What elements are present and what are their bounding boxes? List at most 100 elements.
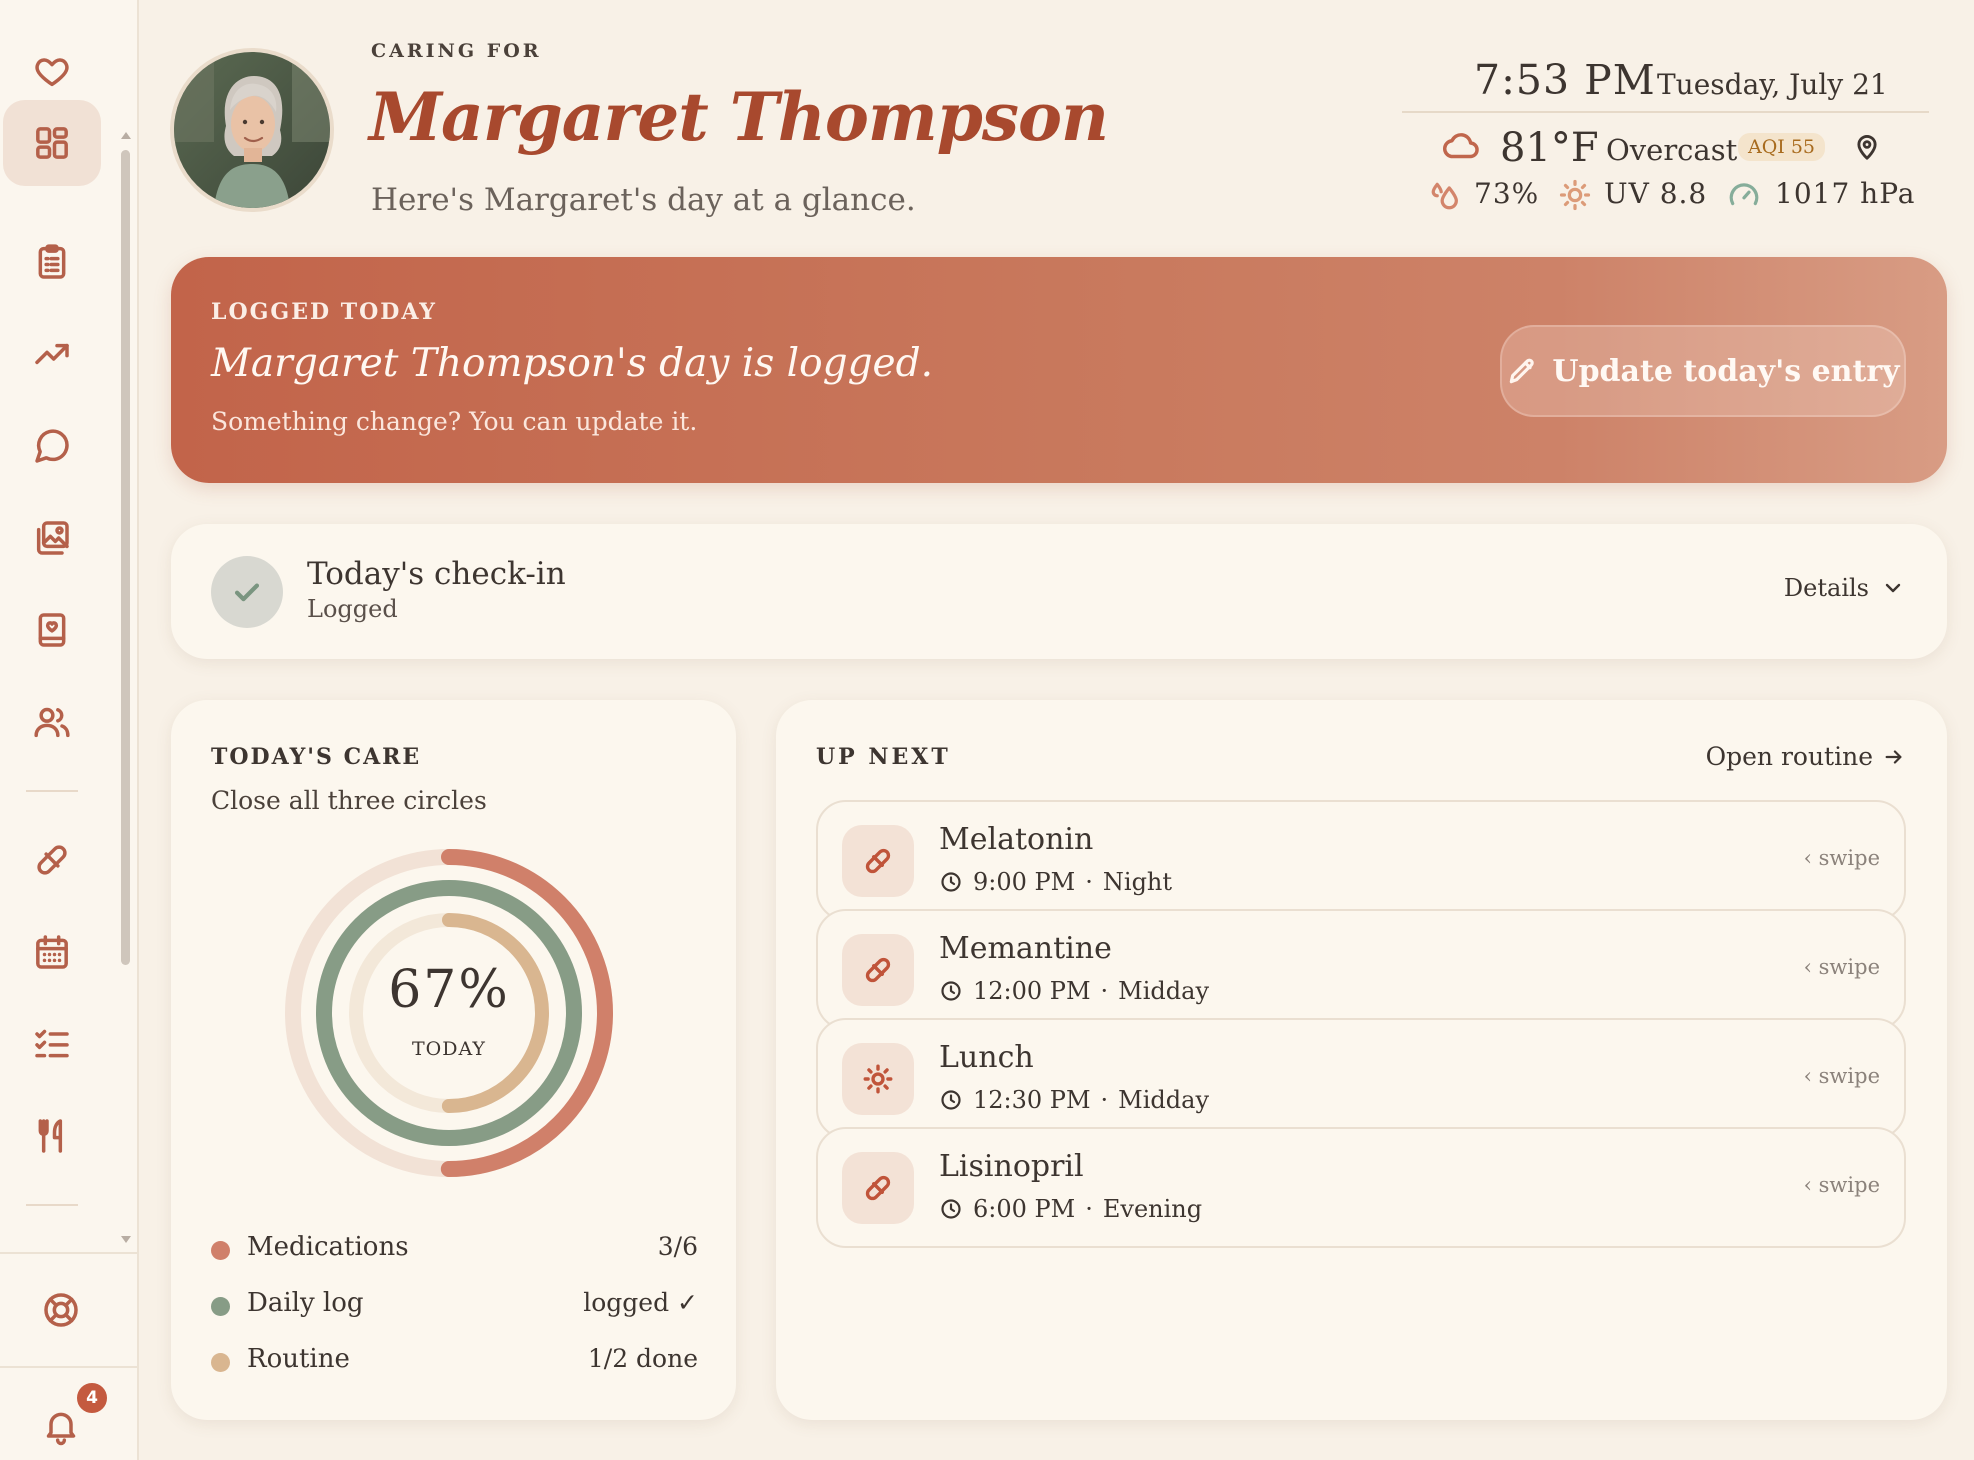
legend-row-daily-log: Daily log logged ✓ xyxy=(211,1286,698,1326)
clock-icon xyxy=(941,1090,961,1110)
item-time: 12:00 PM xyxy=(973,977,1091,1005)
journal-heart-icon xyxy=(38,613,66,647)
sidebar-item-medications[interactable] xyxy=(24,832,80,888)
item-time: 9:00 PM xyxy=(973,868,1076,896)
scroll-down-arrow-icon[interactable] xyxy=(121,1236,131,1243)
pressure-value: 1017 hPa xyxy=(1775,177,1916,210)
lifebuoy-icon xyxy=(44,1293,78,1327)
pill-icon xyxy=(37,845,67,875)
sidebar-item-trends[interactable] xyxy=(24,326,80,382)
banner-subtitle: Something change? You can update it. xyxy=(211,407,698,436)
patient-name: Margaret Thompson xyxy=(369,78,1109,156)
checkin-card: Today's check-in Logged Details xyxy=(171,524,1947,659)
sun-icon xyxy=(842,1043,914,1115)
legend-dot xyxy=(211,1297,230,1316)
people-icon xyxy=(34,707,70,738)
routine-item-melatonin[interactable]: Melatonin 9:00 PM · Night ‹ swipe xyxy=(816,800,1906,921)
sidebar-item-calendar[interactable] xyxy=(24,924,80,980)
item-period: Evening xyxy=(1102,1195,1203,1223)
routine-item-lisinopril[interactable]: Lisinopril 6:00 PM · Evening ‹ swipe xyxy=(816,1127,1906,1248)
avatar xyxy=(170,48,334,212)
item-separator: · xyxy=(1100,977,1109,1005)
uv-index-value: UV 8.8 xyxy=(1604,177,1708,210)
legend-row-routine: Routine 1/2 done xyxy=(211,1342,698,1382)
weather-temperature: 81°F xyxy=(1500,125,1599,171)
dashboard-icon xyxy=(36,127,68,159)
swipe-hint: ‹ swipe xyxy=(1803,846,1880,870)
banner-title: Margaret Thompson's day is logged. xyxy=(211,341,933,386)
bell-icon xyxy=(46,1412,76,1446)
sidebar-item-meals[interactable] xyxy=(24,1108,80,1164)
legend-name: Daily log xyxy=(247,1288,364,1318)
heart-logo-icon[interactable] xyxy=(24,43,80,99)
legend-value: logged ✓ xyxy=(583,1288,698,1317)
checklist-icon xyxy=(35,1029,69,1058)
sidebar-scrollbar-thumb[interactable] xyxy=(121,150,130,965)
item-time: 6:00 PM xyxy=(973,1195,1076,1223)
clock-icon xyxy=(941,872,961,892)
item-meta: 12:30 PM · Midday xyxy=(939,1086,1209,1114)
weather-condition: Overcast xyxy=(1606,133,1738,167)
aqi-badge: AQI 55 xyxy=(1738,133,1826,161)
update-entry-button[interactable]: Update today's entry xyxy=(1500,325,1906,417)
sidebar: 4 xyxy=(0,0,139,1460)
sidebar-divider xyxy=(0,1366,137,1368)
location-pin-icon[interactable] xyxy=(1852,131,1882,167)
checkin-status-circle xyxy=(211,556,283,628)
details-toggle[interactable]: Details xyxy=(1784,574,1905,602)
sidebar-item-photos[interactable] xyxy=(24,510,80,566)
pill-icon xyxy=(842,934,914,1006)
clock-time: 7:53 PM xyxy=(1474,56,1656,104)
sidebar-item-log[interactable] xyxy=(24,234,80,290)
clock-divider xyxy=(1402,111,1929,113)
item-time: 12:30 PM xyxy=(973,1086,1091,1114)
item-period: Midday xyxy=(1118,977,1209,1005)
checkin-title: Today's check-in xyxy=(307,556,566,592)
item-meta: 12:00 PM · Midday xyxy=(939,977,1209,1005)
pressure-gauge-icon xyxy=(1727,178,1761,216)
item-name: Lisinopril xyxy=(939,1149,1084,1184)
pill-icon xyxy=(842,1152,914,1224)
sidebar-divider xyxy=(26,790,78,792)
care-subtitle: Close all three circles xyxy=(211,786,487,815)
sun-uv-icon xyxy=(1558,178,1592,216)
logged-today-banner: LOGGED TODAY Margaret Thompson's day is … xyxy=(171,257,1947,483)
item-separator: · xyxy=(1085,868,1093,896)
sidebar-item-dashboard[interactable] xyxy=(3,100,101,186)
legend-row-medications: Medications 3/6 xyxy=(211,1230,698,1270)
legend-dot xyxy=(211,1353,230,1372)
item-separator: · xyxy=(1085,1195,1093,1223)
legend-dot xyxy=(211,1241,230,1260)
sidebar-item-messages[interactable] xyxy=(24,418,80,474)
item-meta: 6:00 PM · Evening xyxy=(939,1195,1202,1223)
open-routine-label: Open routine xyxy=(1705,742,1873,771)
clock-date: Tuesday, July 21 xyxy=(1657,68,1888,101)
care-rings: 67% TODAY xyxy=(284,848,614,1178)
item-name: Lunch xyxy=(939,1040,1034,1075)
update-entry-label: Update today's entry xyxy=(1552,353,1900,389)
up-next-eyebrow: UP NEXT xyxy=(816,744,951,770)
pencil-icon xyxy=(1510,358,1535,384)
routine-item-memantine[interactable]: Memantine 12:00 PM · Midday ‹ swipe xyxy=(816,909,1906,1030)
banner-eyebrow: LOGGED TODAY xyxy=(211,299,438,325)
arrow-right-icon xyxy=(1885,749,1902,764)
scroll-up-arrow-icon[interactable] xyxy=(121,132,131,139)
help-button[interactable] xyxy=(33,1282,89,1338)
caring-for-label: CARING FOR xyxy=(371,40,542,62)
item-meta: 9:00 PM · Night xyxy=(939,868,1172,896)
sidebar-item-routine[interactable] xyxy=(24,1016,80,1072)
utensils-icon xyxy=(38,1119,63,1153)
swipe-hint: ‹ swipe xyxy=(1803,1064,1880,1088)
clock-icon xyxy=(941,981,961,1001)
legend-value: 1/2 done xyxy=(587,1344,698,1373)
pill-icon xyxy=(842,825,914,897)
sidebar-divider xyxy=(26,1204,78,1206)
item-separator: · xyxy=(1100,1086,1109,1114)
item-name: Memantine xyxy=(939,931,1112,966)
sidebar-item-journal[interactable] xyxy=(24,602,80,658)
open-routine-link[interactable]: Open routine xyxy=(1706,742,1905,771)
humidity-value: 73% xyxy=(1474,177,1540,210)
sidebar-item-people[interactable] xyxy=(24,694,80,750)
routine-item-lunch[interactable]: Lunch 12:30 PM · Midday ‹ swipe xyxy=(816,1018,1906,1139)
legend-name: Medications xyxy=(247,1232,409,1262)
